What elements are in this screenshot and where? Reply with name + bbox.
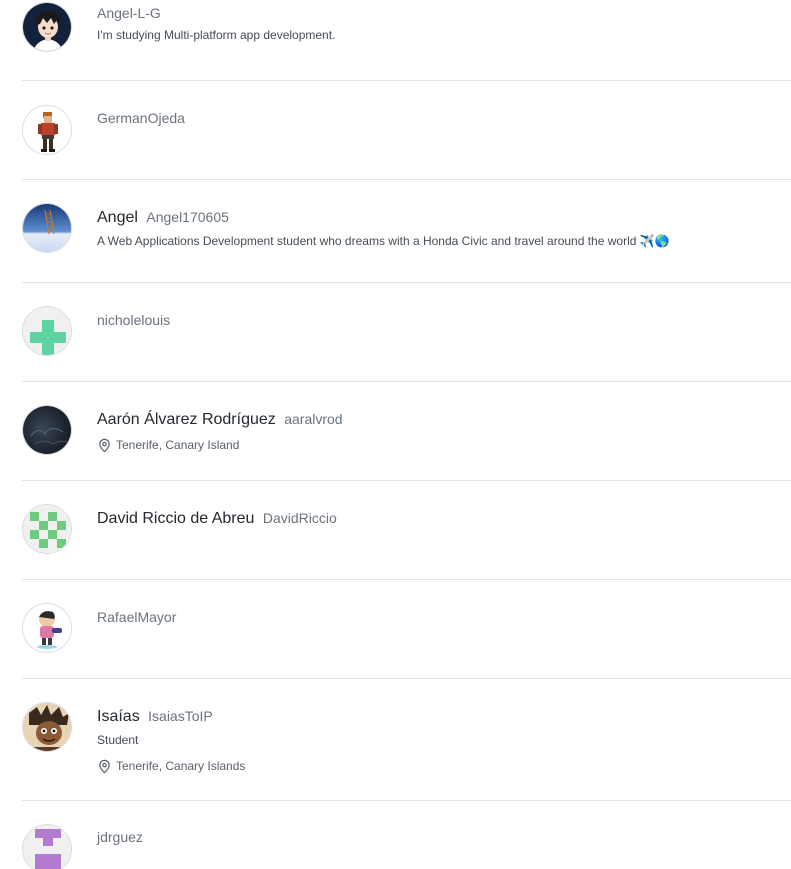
user-login[interactable]: GermanOjeda	[97, 110, 185, 126]
user-login[interactable]: Angel170605	[146, 209, 229, 225]
user-location-text: Tenerife, Canary Island	[116, 438, 240, 452]
user-bio: I'm studying Multi-platform app developm…	[97, 28, 336, 42]
location-pin-icon	[99, 759, 110, 773]
user-login[interactable]: Angel-L-G	[97, 5, 161, 21]
user-list: Angel-L-G I'm studying Multi-platform ap…	[0, 0, 791, 869]
location-pin-icon	[99, 438, 110, 452]
user-full-name[interactable]: Aarón Álvarez Rodríguez	[97, 411, 276, 428]
avatar[interactable]	[22, 405, 72, 455]
user-bio: Student	[97, 733, 139, 747]
anime-boy-icon	[23, 3, 71, 51]
list-item: nicholelouis	[22, 283, 791, 382]
user-full-name[interactable]: Angel	[97, 209, 138, 226]
soldier-figure-icon	[23, 106, 71, 154]
avatar[interactable]	[22, 203, 72, 253]
user-login[interactable]: RafaelMayor	[97, 609, 176, 625]
list-item: GermanOjeda	[22, 81, 791, 180]
user-login[interactable]: DavidRiccio	[263, 510, 337, 526]
avatar[interactable]	[22, 2, 72, 52]
user-location: Tenerife, Canary Islands	[97, 758, 245, 774]
user-location-text: Tenerife, Canary Islands	[116, 759, 246, 773]
list-item: Angel-L-G I'm studying Multi-platform ap…	[22, 0, 791, 81]
list-item: David Riccio de Abreu DavidRiccio	[22, 481, 791, 580]
user-full-name[interactable]: Isaías	[97, 708, 140, 725]
identicon-icon	[23, 505, 71, 553]
user-login[interactable]: nicholelouis	[97, 312, 170, 328]
avatar[interactable]	[22, 105, 72, 155]
user-location: Tenerife, Canary Island	[97, 437, 343, 453]
avatar[interactable]	[22, 702, 72, 752]
user-login[interactable]: aaralvrod	[284, 411, 342, 427]
dark-night-icon	[23, 406, 71, 454]
avatar[interactable]	[22, 603, 72, 653]
user-bio: A Web Applications Development student w…	[97, 234, 670, 248]
list-item: Angel Angel170605 A Web Applications Dev…	[22, 180, 791, 283]
list-item: jdrguez	[22, 801, 791, 869]
cartoon-character-icon	[23, 604, 71, 652]
sky-ladder-icon	[23, 204, 71, 252]
avatar[interactable]	[22, 306, 72, 356]
illustrated-portrait-icon	[23, 703, 71, 751]
avatar[interactable]	[22, 824, 72, 869]
list-item: Isaías IsaiasToIP Student Tenerife, Cana…	[22, 679, 791, 801]
identicon-icon	[23, 307, 71, 355]
user-login[interactable]: IsaiasToIP	[148, 708, 213, 724]
avatar[interactable]	[22, 504, 72, 554]
user-login[interactable]: jdrguez	[97, 829, 143, 845]
list-item: RafaelMayor	[22, 580, 791, 679]
list-item: Aarón Álvarez Rodríguez aaralvrod Teneri…	[22, 382, 791, 481]
identicon-icon	[23, 825, 71, 869]
user-full-name[interactable]: David Riccio de Abreu	[97, 510, 254, 527]
